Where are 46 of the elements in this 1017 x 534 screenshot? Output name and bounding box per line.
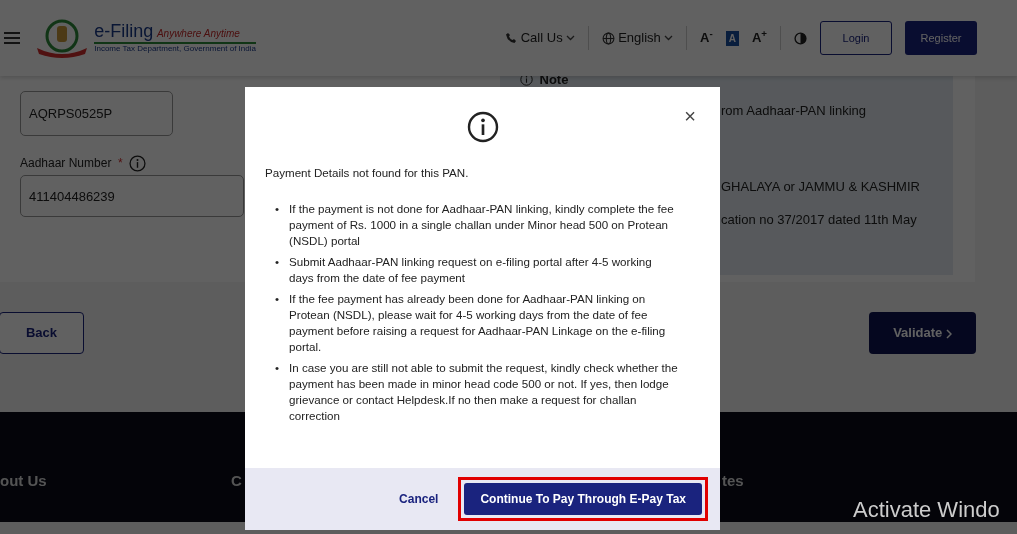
instruction-item: If the fee payment has already been done for Aadhaar-PAN linking on Protean (NSDL), please wait for 4-5 working days from the date of fee payment before raising a request for Aadhaar-PAN Linkage on the e-filing portal. — [289, 291, 667, 355]
aadhaar-field[interactable]: 411404486239 — [20, 175, 244, 218]
logo-subtitle: Income Tax Department, Government of India — [94, 42, 256, 54]
menu-icon[interactable] — [4, 32, 20, 44]
register-button[interactable]: Register — [905, 21, 977, 55]
text-size-button[interactable]: A$^{-}$ — [700, 28, 713, 48]
info-icon — [129, 154, 147, 172]
chevron-right-icon — [945, 328, 952, 339]
caret-icon — [565, 35, 575, 41]
globe-icon — [601, 31, 615, 45]
bullet-mark: • — [275, 201, 280, 217]
instruction-item: If the payment is not done for Aadhaar-PAN linking, kindly complete the fee payment of Rs. 1000 in a single challan under Minor head 500 on Protean (NSDL) portal — [289, 201, 675, 249]
note-text: GHALAYA or JAMMU & KASHMIR — [721, 178, 920, 196]
footer-heading: out Us — [0, 471, 47, 491]
required-mark: * — [117, 155, 123, 172]
language-menu[interactable]: English — [601, 28, 674, 48]
text-size-button[interactable]: A — [725, 30, 739, 46]
pan-field[interactable]: AQRPS0525P — [20, 91, 173, 136]
footer-heading: C — [231, 471, 242, 491]
caret-icon — [664, 35, 674, 41]
note-text: rom Aadhaar-PAN linking — [721, 102, 866, 120]
note-info-icon — [520, 73, 533, 87]
note-title: Note — [539, 71, 569, 89]
continue-button[interactable]: Continue To Pay Through E-Pay Tax — [464, 483, 702, 515]
footer-heading: tes — [722, 471, 744, 491]
note-text: cation no 37/2017 dated 11th May — [721, 211, 917, 229]
phone-icon — [505, 32, 518, 44]
cancel-button[interactable]: Cancel — [393, 489, 445, 509]
validate-button[interactable]: Validate — [869, 312, 976, 354]
close-button[interactable]: × — [678, 105, 702, 127]
activation-watermark: Activate Windo — [853, 496, 1000, 524]
modal-message: Payment Details not found for this PAN. — [265, 165, 470, 181]
instruction-item: Submit Aadhaar-PAN linking request on e-filing portal after 4-5 working days from the date of fee payment — [289, 254, 653, 286]
bullet-mark: • — [275, 360, 280, 376]
bullet-mark: • — [275, 291, 280, 307]
bullet-mark: • — [275, 254, 280, 270]
call-us-menu[interactable]: Call Us — [505, 28, 575, 48]
logo-tagline: Anywhere Anytime — [156, 28, 240, 40]
contrast-icon[interactable] — [794, 31, 807, 45]
logo-title: e-Filing — [94, 21, 154, 42]
info-icon — [466, 111, 499, 143]
instruction-item: In case you are still not able to submit the request, kindly check whether the payment has been made in minor head code 500 or not. If yes, then lodge grievance or contact Helpdesk.If no then make a request for challan correction — [289, 360, 678, 424]
aadhaar-label: Aadhaar Number — [20, 155, 112, 172]
back-button[interactable]: Back — [0, 312, 84, 354]
text-size-button[interactable]: A$^{+}$ — [751, 28, 767, 48]
login-button[interactable]: Login — [820, 21, 892, 55]
